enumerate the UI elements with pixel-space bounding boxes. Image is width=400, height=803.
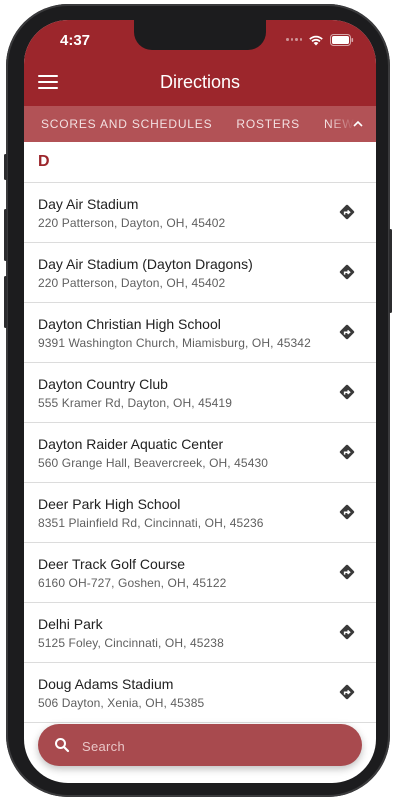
notch xyxy=(134,20,266,50)
list-item[interactable]: Deer Track Golf Course 6160 OH-727, Gosh… xyxy=(24,542,376,602)
directions-icon[interactable] xyxy=(338,263,356,281)
location-name: Dayton Christian High School xyxy=(38,316,221,332)
screen: 4:37 Directions SCORES AND SCHEDULES ROS… xyxy=(24,20,376,783)
page-title: Directions xyxy=(159,72,241,92)
directions-icon[interactable] xyxy=(338,203,356,221)
location-list: D Day Air Stadium 220 Patterson, Dayton,… xyxy=(24,142,376,783)
directions-icon[interactable] xyxy=(338,683,356,701)
chevron-up-icon[interactable] xyxy=(352,117,364,129)
tab-rosters[interactable]: ROSTERS xyxy=(224,106,312,142)
list-item[interactable]: Delhi Park 5125 Foley, Cincinnati, OH, 4… xyxy=(24,602,376,662)
search-icon xyxy=(54,737,70,753)
location-address: 220 Patterson, Dayton, OH, 45402 xyxy=(38,276,226,290)
status-time: 4:37 xyxy=(60,32,91,49)
battery-icon xyxy=(330,34,354,46)
directions-icon[interactable] xyxy=(338,323,356,341)
tab-bar: SCORES AND SCHEDULES ROSTERS NEWS xyxy=(24,106,376,142)
location-address: 6160 OH-727, Goshen, OH, 45122 xyxy=(38,576,227,590)
location-address: 560 Grange Hall, Beavercreek, OH, 45430 xyxy=(38,456,269,470)
location-address: 506 Dayton, Xenia, OH, 45385 xyxy=(38,696,205,710)
tab-scores-and-schedules[interactable]: SCORES AND SCHEDULES xyxy=(24,106,224,142)
list-item[interactable]: Doug Adams Stadium 506 Dayton, Xenia, OH… xyxy=(24,662,376,722)
list-item[interactable]: Day Air Stadium 220 Patterson, Dayton, O… xyxy=(24,182,376,242)
directions-icon[interactable] xyxy=(338,503,356,521)
location-address: 9391 Washington Church, Miamisburg, OH, … xyxy=(38,336,311,350)
list-item[interactable]: Dayton Raider Aquatic Center 560 Grange … xyxy=(24,422,376,482)
directions-icon[interactable] xyxy=(338,623,356,641)
location-address: 555 Kramer Rd, Dayton, OH, 45419 xyxy=(38,396,232,410)
power-button xyxy=(389,229,392,313)
directions-icon[interactable] xyxy=(338,563,356,581)
location-name: Deer Track Golf Course xyxy=(38,556,186,572)
location-name: Dayton Raider Aquatic Center xyxy=(38,436,224,452)
location-name: Dayton Country Club xyxy=(38,376,168,392)
list-item[interactable]: Dayton Christian High School 9391 Washin… xyxy=(24,302,376,362)
list-item[interactable]: Day Air Stadium (Dayton Dragons) 220 Pat… xyxy=(24,242,376,302)
list-item[interactable]: Dayton Country Club 555 Kramer Rd, Dayto… xyxy=(24,362,376,422)
search-input[interactable] xyxy=(80,724,344,768)
signal-dots-icon xyxy=(286,38,302,42)
location-name: Deer Park High School xyxy=(38,496,181,512)
directions-icon[interactable] xyxy=(338,443,356,461)
mute-switch xyxy=(4,154,7,180)
wifi-icon xyxy=(308,34,324,46)
directions-icon[interactable] xyxy=(338,383,356,401)
location-name: Day Air Stadium xyxy=(38,196,139,212)
search-bar[interactable] xyxy=(38,724,362,768)
volume-up-button xyxy=(4,209,7,261)
location-name: Day Air Stadium (Dayton Dragons) xyxy=(38,256,253,272)
location-name: Delhi Park xyxy=(38,616,103,632)
location-address: 220 Patterson, Dayton, OH, 45402 xyxy=(38,216,226,230)
location-address: 5125 Foley, Cincinnati, OH, 45238 xyxy=(38,636,224,650)
list-item[interactable]: Deer Park High School 8351 Plainfield Rd… xyxy=(24,482,376,542)
section-letter: D xyxy=(38,153,50,170)
location-address: 8351 Plainfield Rd, Cincinnati, OH, 4523… xyxy=(38,516,264,530)
volume-down-button xyxy=(4,276,7,328)
location-name: Doug Adams Stadium xyxy=(38,676,174,692)
status-icons xyxy=(286,34,354,46)
